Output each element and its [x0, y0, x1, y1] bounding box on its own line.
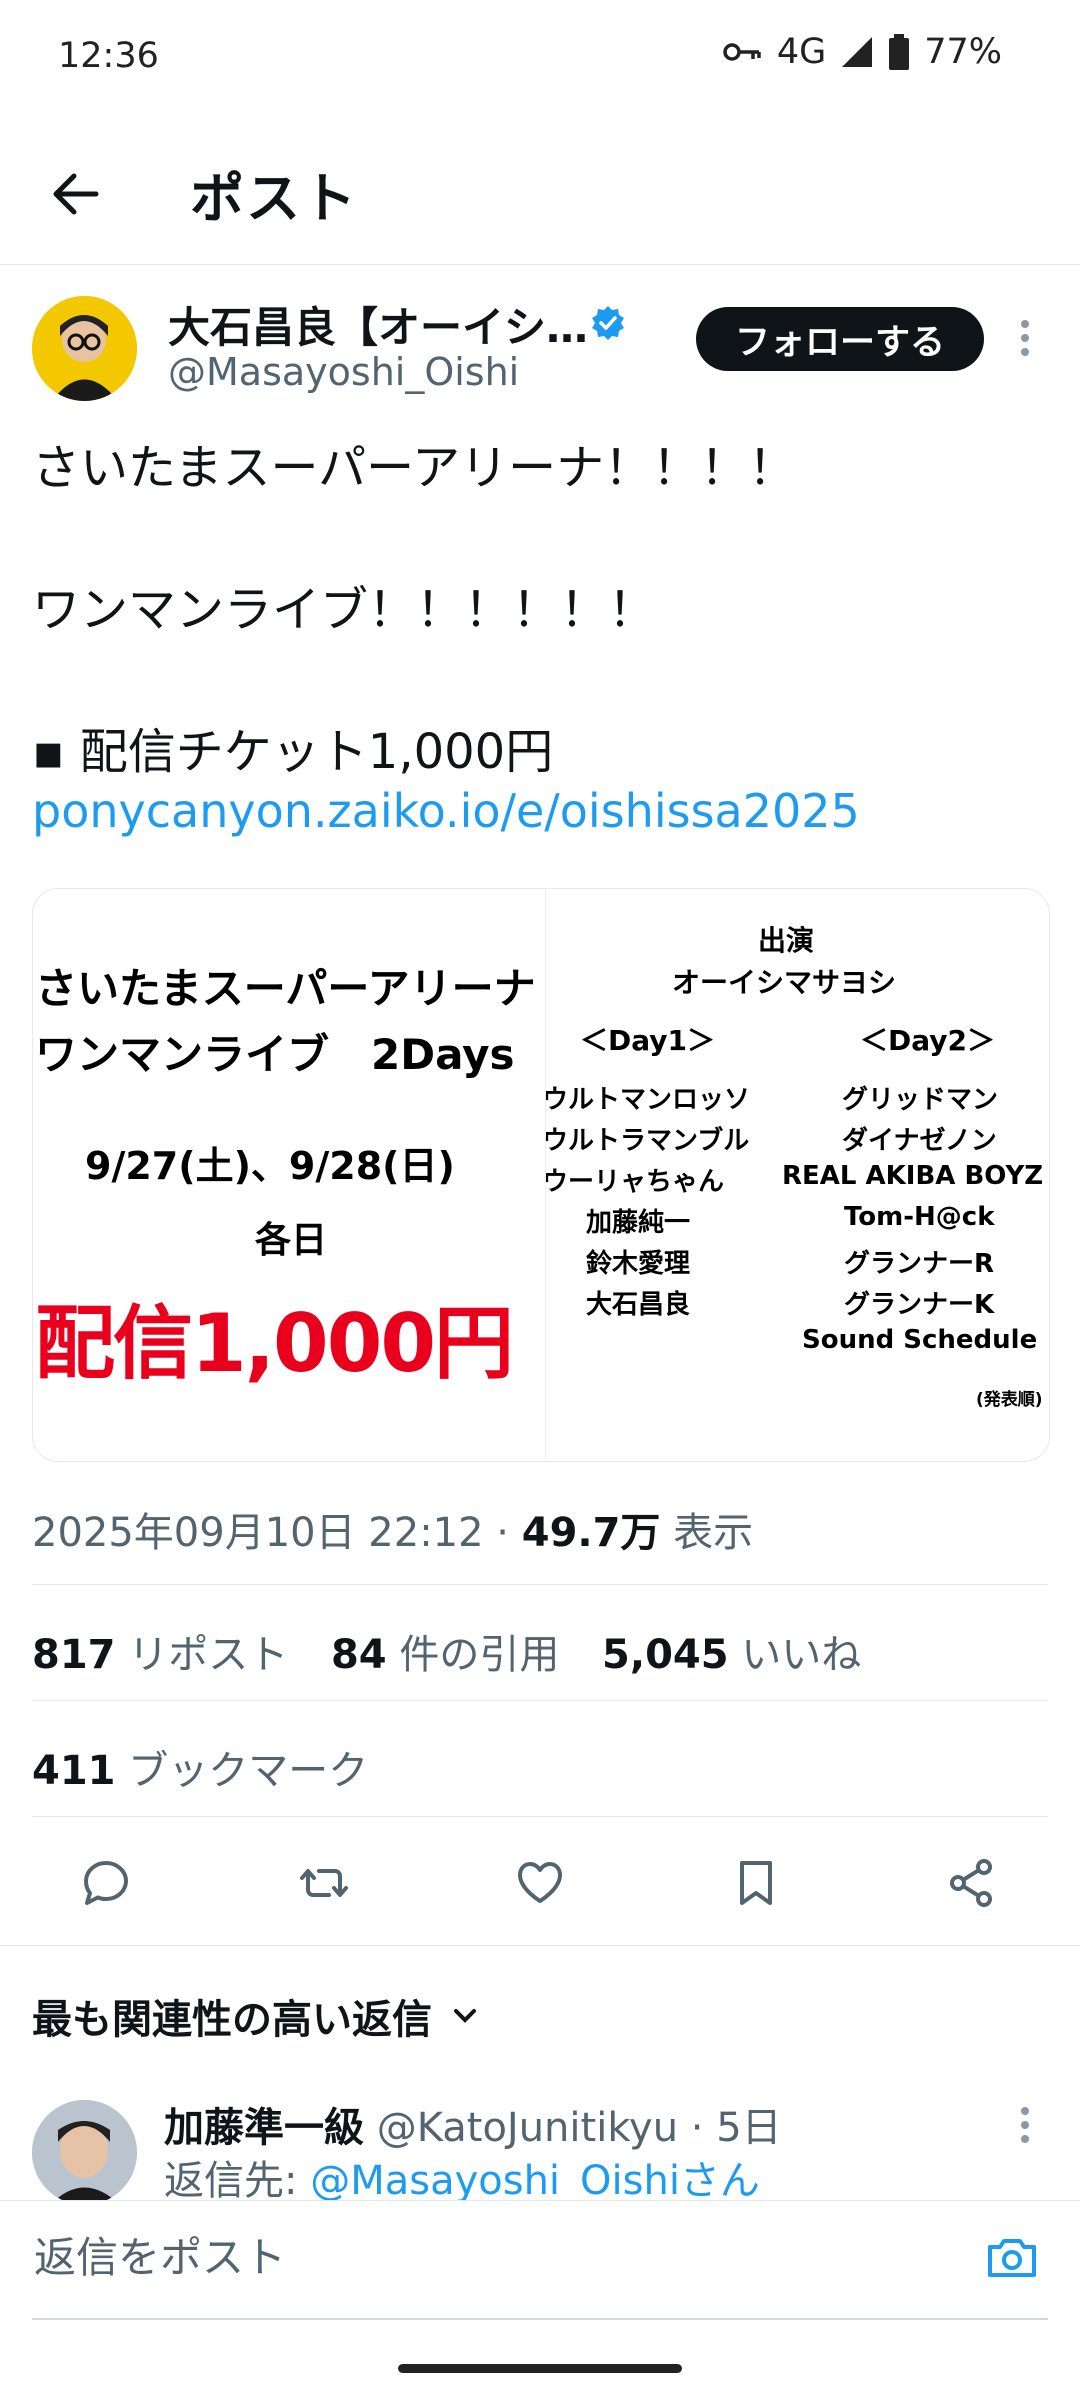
bookmark-stat[interactable]: 411 ブックマーク — [32, 1738, 368, 1796]
network-type: 4G — [776, 32, 827, 72]
reply-compose-bar — [0, 2200, 1080, 2331]
status-icons: 4G 77% — [723, 32, 1002, 72]
media-day1-item: 大石昌良 — [586, 1290, 691, 1320]
reply-avatar-image — [32, 2100, 137, 2205]
media-gallery[interactable]: さいたまスーパーアリーナ ワンマンライブ 2Days 9/27(土)、9/28(… — [32, 888, 1050, 1462]
like-stat[interactable]: 5,045 いいね — [602, 1632, 861, 1678]
repost-icon[interactable] — [296, 1855, 352, 1911]
reply-sort-dropdown[interactable]: 最も関連性の高い返信 — [32, 1987, 480, 2045]
reply-to-prefix: 返信先: — [164, 2158, 311, 2204]
view-label: 表示 — [660, 1510, 754, 1556]
media-day1-item: 加藤純一 — [586, 1208, 691, 1238]
media-day2-item: ダイナゼノン — [842, 1126, 997, 1156]
media-dates-text: 9/27(土)、9/28(日) — [85, 1144, 455, 1188]
chevron-down-icon — [454, 2009, 476, 2023]
reply-to-line: 返信先: @Masayoshi_Oishiさん — [164, 2148, 760, 2206]
media-live-text: ワンマンライブ 2Days — [35, 1030, 515, 1079]
media-day2-item: Tom-H@ck — [844, 1202, 995, 1232]
media-image-left[interactable]: さいたまスーパーアリーナ ワンマンライブ 2Days 9/27(土)、9/28(… — [33, 889, 533, 1461]
author-handle[interactable]: @Masayoshi_Oishi — [168, 350, 519, 394]
tweet-datetime: 2025年09月10日 22:12 · — [32, 1510, 522, 1556]
repost-stat[interactable]: 817 リポスト — [32, 1632, 288, 1678]
media-day2-item: REAL AKIBA BOYZ — [782, 1161, 1044, 1191]
media-image-right[interactable]: 出演 オーイシマサヨシ ＜Day1＞ ＜Day2＞ ウルトマンロッソ ウルトラマ… — [545, 889, 1049, 1461]
signal-icon — [842, 37, 873, 67]
media-day1-item: ウーリャちゃん — [545, 1167, 725, 1197]
media-headliner: オーイシマサヨシ — [672, 966, 897, 999]
media-each-text: 各日 — [255, 1220, 328, 1261]
battery-icon — [889, 34, 910, 70]
section-divider — [0, 1945, 1080, 1946]
media-price-text: 配信1,000円 — [35, 1297, 514, 1390]
camera-icon[interactable] — [984, 2229, 1040, 2285]
reply-avatar[interactable] — [32, 2100, 137, 2205]
bookmark-icon[interactable] — [728, 1855, 784, 1911]
media-day1-item: ウルトマンロッソ — [545, 1085, 751, 1115]
tweet-text-line: さいたまスーパーアリーナ！！！！ — [32, 440, 797, 496]
battery-percent: 77% — [924, 32, 1002, 72]
author-name[interactable]: 大石昌良【オーイシ… — [168, 294, 588, 355]
more-options-icon[interactable] — [1018, 318, 1032, 358]
media-day1-label: ＜Day1＞ — [580, 1024, 716, 1057]
media-day2-item: グリッドマン — [842, 1085, 999, 1115]
engagement-stats: 817 リポスト 84 件の引用 5,045 いいね — [32, 1622, 861, 1680]
media-day2-item: グランナーR — [844, 1249, 995, 1279]
like-icon[interactable] — [512, 1855, 568, 1911]
quote-stat[interactable]: 84 件の引用 — [331, 1632, 559, 1678]
compose-underline — [32, 2318, 1048, 2320]
vpn-key-icon — [723, 43, 761, 61]
share-icon[interactable] — [944, 1855, 1000, 1911]
verified-badge-icon — [592, 306, 624, 340]
reply-icon[interactable] — [78, 1855, 134, 1911]
reply-more-options-icon[interactable] — [1018, 2105, 1032, 2145]
reply-sort-label: 最も関連性の高い返信 — [32, 1997, 432, 2043]
reply-author-handle: @KatoJunitikyu · 5日 — [364, 2105, 782, 2151]
reply-author-name: 加藤準一級 — [164, 2105, 364, 2151]
follow-button[interactable]: フォローする — [696, 307, 984, 371]
media-day1-item: 鈴木愛理 — [586, 1249, 691, 1279]
page-title: ポスト — [190, 167, 358, 230]
tweet-text-line: ▪ 配信チケット1,000円 — [32, 724, 554, 780]
view-count: 49.7万 — [521, 1510, 661, 1556]
reply-input[interactable] — [32, 2201, 976, 2313]
divider — [32, 1584, 1048, 1585]
media-day2-item: Sound Schedule — [802, 1325, 1038, 1355]
divider — [32, 1816, 1048, 1817]
tweet-text-line: ワンマンライブ！！！！！！ — [32, 582, 657, 638]
gesture-home-bar[interactable] — [398, 2364, 682, 2373]
tweet-meta: 2025年09月10日 22:12 · 49.7万 表示 — [32, 1500, 753, 1558]
media-day2-item: グランナーK — [844, 1290, 995, 1320]
tweet-link[interactable]: ponycanyon.zaiko.io/e/oishissa2025 — [32, 784, 860, 838]
reply-author[interactable]: 加藤準一級 @KatoJunitikyu · 5日 — [164, 2095, 782, 2153]
divider — [32, 1700, 1048, 1701]
back-arrow-icon[interactable] — [48, 166, 104, 222]
reply-to-mention[interactable]: @Masayoshi_Oishiさん — [310, 2158, 760, 2204]
author-avatar-image — [32, 296, 137, 401]
media-venue-text: さいたまスーパーアリーナ — [35, 964, 533, 1013]
media-day2-label: ＜Day2＞ — [860, 1024, 996, 1057]
media-cast-heading: 出演 — [758, 924, 815, 957]
status-time: 12:36 — [58, 36, 159, 76]
media-day1-item: ウルトラマンブル — [545, 1126, 750, 1156]
media-order-note: (発表順) — [976, 1390, 1043, 1410]
top-app-bar: ポスト — [0, 130, 1080, 265]
author-avatar[interactable] — [32, 296, 137, 401]
